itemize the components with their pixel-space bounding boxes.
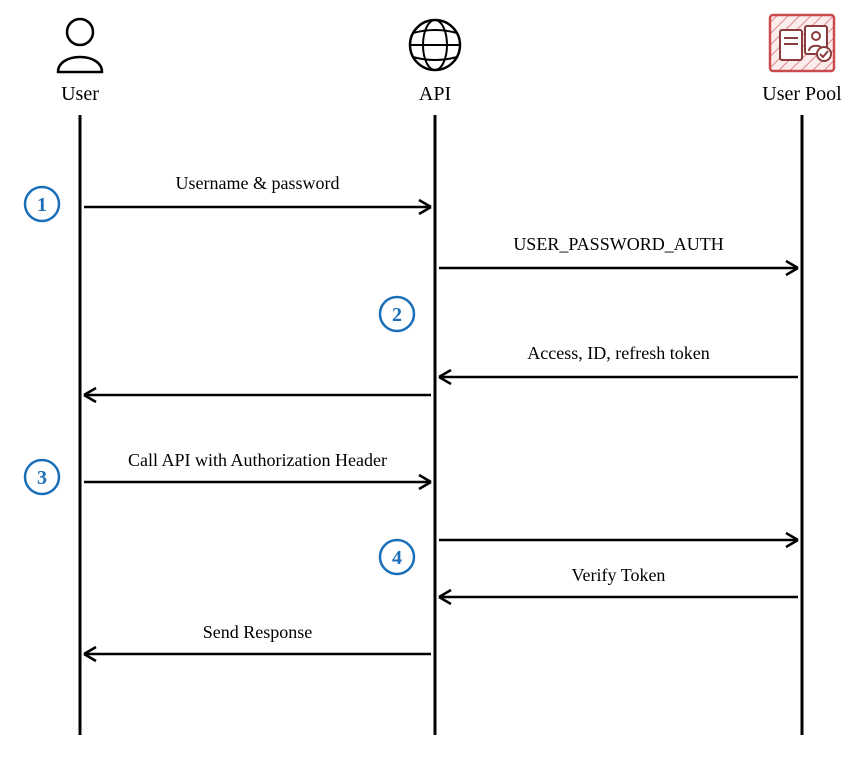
- user-label: User: [61, 83, 99, 105]
- api-label: API: [419, 83, 451, 105]
- user-pool-label: User Pool: [762, 83, 842, 105]
- message-m7: Verify Token: [439, 565, 798, 604]
- message-m3: Access, ID, refresh token: [439, 343, 798, 384]
- message-m2: USER_PASSWORD_AUTH: [439, 234, 798, 275]
- message-m1: Username & password: [84, 173, 431, 214]
- message-label-m7: Verify Token: [572, 565, 666, 585]
- step-1: 1: [25, 187, 59, 221]
- message-label-m2: USER_PASSWORD_AUTH: [513, 234, 723, 254]
- step-2: 2: [380, 297, 414, 331]
- message-label-m8: Send Response: [203, 622, 313, 642]
- svg-text:3: 3: [37, 467, 47, 489]
- svg-text:1: 1: [37, 194, 47, 216]
- message-label-m3: Access, ID, refresh token: [527, 343, 709, 363]
- message-label-m1: Username & password: [176, 173, 340, 193]
- message-m6: [439, 533, 798, 547]
- message-m4: [84, 388, 431, 402]
- globe-icon: [410, 20, 460, 70]
- svg-text:2: 2: [392, 304, 402, 326]
- message-label-m5: Call API with Authorization Header: [128, 450, 387, 470]
- message-m8: Send Response: [84, 622, 431, 661]
- user-pool-icon: [770, 15, 834, 71]
- svg-text:4: 4: [392, 547, 402, 569]
- step-3: 3: [25, 460, 59, 494]
- user-icon: [58, 19, 102, 72]
- message-m5: Call API with Authorization Header: [84, 450, 431, 489]
- step-4: 4: [380, 540, 414, 574]
